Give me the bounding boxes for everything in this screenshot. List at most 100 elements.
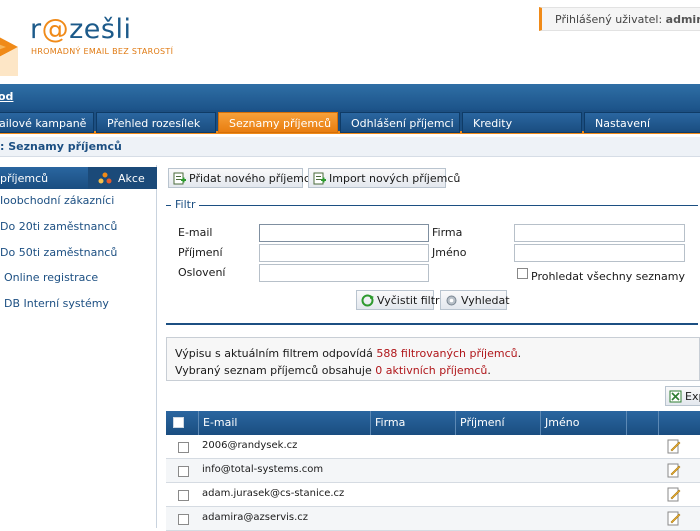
band-link[interactable]: od xyxy=(0,90,13,103)
export-label: Exp xyxy=(685,390,700,403)
column-label: Firma xyxy=(375,416,406,429)
tab-label: Odhlášení příjemci xyxy=(351,117,454,130)
edit-icon[interactable] xyxy=(667,511,681,526)
import-recipients-label: Import nových příjemců xyxy=(329,172,461,185)
sidebar-item-label: Do 20ti zaměstnanců xyxy=(0,220,118,233)
edit-icon[interactable] xyxy=(667,463,681,478)
info-text: . xyxy=(517,347,522,360)
clear-filter-button[interactable]: Vyčistit filtr xyxy=(356,290,440,310)
import-recipients-button[interactable]: Import nových příjemců xyxy=(308,168,460,188)
email-filter-label: E-mail xyxy=(178,226,213,239)
edit-icon[interactable] xyxy=(667,439,681,454)
search-button[interactable]: Vyhledat xyxy=(440,290,510,310)
filtered-count: 588 filtrovaných příjemců xyxy=(376,347,518,360)
column-label: Příjmení xyxy=(460,416,505,429)
add-recipient-button[interactable]: Přidat nového příjemce xyxy=(168,168,317,188)
table-row: adamira@azservis.cz xyxy=(166,507,700,531)
salutation-filter-input[interactable] xyxy=(259,264,429,282)
tab-recipient-lists[interactable]: Seznamy příjemců xyxy=(218,112,338,133)
actions-label: Akce xyxy=(118,172,145,185)
recipients-table-header: E-mail Firma Příjmení Jméno xyxy=(166,411,700,435)
name-filter-label: Jméno xyxy=(432,246,467,259)
user-label: Přihlášený uživatel: xyxy=(555,13,663,26)
export-button[interactable]: Exp xyxy=(665,386,700,406)
import-icon xyxy=(313,172,326,185)
company-filter-input[interactable] xyxy=(514,224,685,242)
row-checkbox[interactable] xyxy=(178,514,189,525)
main-tabs: ailové kampaně Přehled rozesílek Seznamy… xyxy=(0,110,700,134)
tab-credits[interactable]: Kredity xyxy=(462,112,582,133)
row-email: info@total-systems.com xyxy=(202,464,324,475)
sidebar-item-online-registration[interactable]: Online registrace xyxy=(4,271,159,293)
filter-count-line: Výpisu s aktuálním filtrem odpovídá 588 … xyxy=(175,345,699,362)
sidebar-item-label: Do 50ti zaměstnanců xyxy=(0,246,118,259)
tab-label: Seznamy příjemců xyxy=(229,117,332,130)
row-email: 2006@randysek.cz xyxy=(202,440,298,451)
surname-filter-input[interactable] xyxy=(259,244,429,262)
excel-icon xyxy=(669,390,682,403)
table-row: info@total-systems.com xyxy=(166,459,700,483)
row-email: adam.jurasek@cs-stanice.cz xyxy=(202,488,345,499)
sidebar-item-wholesale[interactable]: Ioobchodní zákazníci xyxy=(0,194,155,216)
search-all-lists-checkbox[interactable] xyxy=(517,268,528,279)
column-header-blank xyxy=(626,411,658,435)
active-count: 0 aktivních příjemců xyxy=(375,364,488,377)
column-header-name[interactable]: Jméno xyxy=(540,411,626,435)
envelope-logo-icon xyxy=(0,37,18,76)
row-email: adamira@azservis.cz xyxy=(202,512,309,523)
brand-name: r@zešli xyxy=(30,14,132,45)
sidebar-item-up-to-50[interactable]: Do 50ti zaměstnanců xyxy=(0,246,155,268)
info-text: Vybraný seznam příjemců obsahuje xyxy=(175,364,372,377)
filter-info-box: Výpisu s aktuálním filtrem odpovídá 588 … xyxy=(166,337,700,381)
sidebar-title: příjemců xyxy=(0,172,49,185)
sidebar-item-label: Online registrace xyxy=(4,271,99,284)
name-filter-input[interactable] xyxy=(514,244,685,262)
sidebar-item-label: Ioobchodní zákazníci xyxy=(0,194,115,207)
column-header-surname[interactable]: Příjmení xyxy=(455,411,540,435)
tab-label: Nastavení xyxy=(595,117,651,130)
column-header-company[interactable]: Firma xyxy=(370,411,456,435)
row-checkbox[interactable] xyxy=(178,442,189,453)
tab-settings[interactable]: Nastavení xyxy=(584,112,700,133)
sidebar-header: příjemců Akce xyxy=(0,167,157,189)
tab-label: ailové kampaně xyxy=(0,117,87,130)
active-count-line: Vybraný seznam příjemců obsahuje 0 aktiv… xyxy=(175,362,699,379)
email-filter-input[interactable] xyxy=(259,224,429,242)
column-header-email[interactable]: E-mail xyxy=(198,411,370,435)
column-header-actions xyxy=(658,411,700,435)
sidebar-item-db-internal[interactable]: DB Interní systémy xyxy=(4,297,159,319)
brand-tagline: HROMADNÝ EMAIL BEZ STAROSTÍ xyxy=(31,47,174,56)
actions-menu-button[interactable]: Akce xyxy=(88,167,157,189)
tab-unsubscribed[interactable]: Odhlášení příjemci xyxy=(340,112,460,133)
row-checkbox[interactable] xyxy=(178,490,189,501)
filter-legend: Filtr xyxy=(171,198,200,211)
info-text: Výpisu s aktuálním filtrem odpovídá xyxy=(175,347,373,360)
row-checkbox[interactable] xyxy=(178,466,189,477)
tab-email-campaigns[interactable]: ailové kampaně xyxy=(0,112,94,133)
sidebar-item-label: DB Interní systémy xyxy=(4,297,109,310)
clear-filter-label: Vyčistit filtr xyxy=(377,294,440,307)
add-user-icon xyxy=(173,172,186,185)
gear-icon xyxy=(446,295,457,306)
column-label: Jméno xyxy=(545,416,580,429)
info-text: . xyxy=(487,364,491,377)
surname-filter-label: Příjmení xyxy=(178,246,223,259)
refresh-icon xyxy=(361,294,374,307)
top-band: od xyxy=(0,84,700,110)
search-all-lists-label: Prohledat všechny seznamy xyxy=(531,270,685,283)
select-all-checkbox[interactable] xyxy=(173,417,184,428)
sidebar: příjemců Akce Ioobchodní zákazníci Do 20… xyxy=(0,165,157,528)
column-label: E-mail xyxy=(203,416,238,429)
actions-icon xyxy=(98,172,112,184)
sidebar-item-up-to-20[interactable]: Do 20ti zaměstnanců xyxy=(0,220,155,242)
table-row: 2006@randysek.cz xyxy=(166,435,700,459)
user-name: admin xyxy=(665,13,700,26)
user-info: Přihlášený uživatel: admin [ O xyxy=(539,7,700,31)
tab-label: Kredity xyxy=(473,117,513,130)
search-label: Vyhledat xyxy=(461,294,510,307)
tab-mailing-overview[interactable]: Přehled rozesílek xyxy=(96,112,216,133)
salutation-filter-label: Oslovení xyxy=(178,266,226,279)
edit-icon[interactable] xyxy=(667,487,681,502)
table-row: adam.jurasek@cs-stanice.cz xyxy=(166,483,700,507)
add-recipient-label: Přidat nového příjemce xyxy=(189,172,317,185)
